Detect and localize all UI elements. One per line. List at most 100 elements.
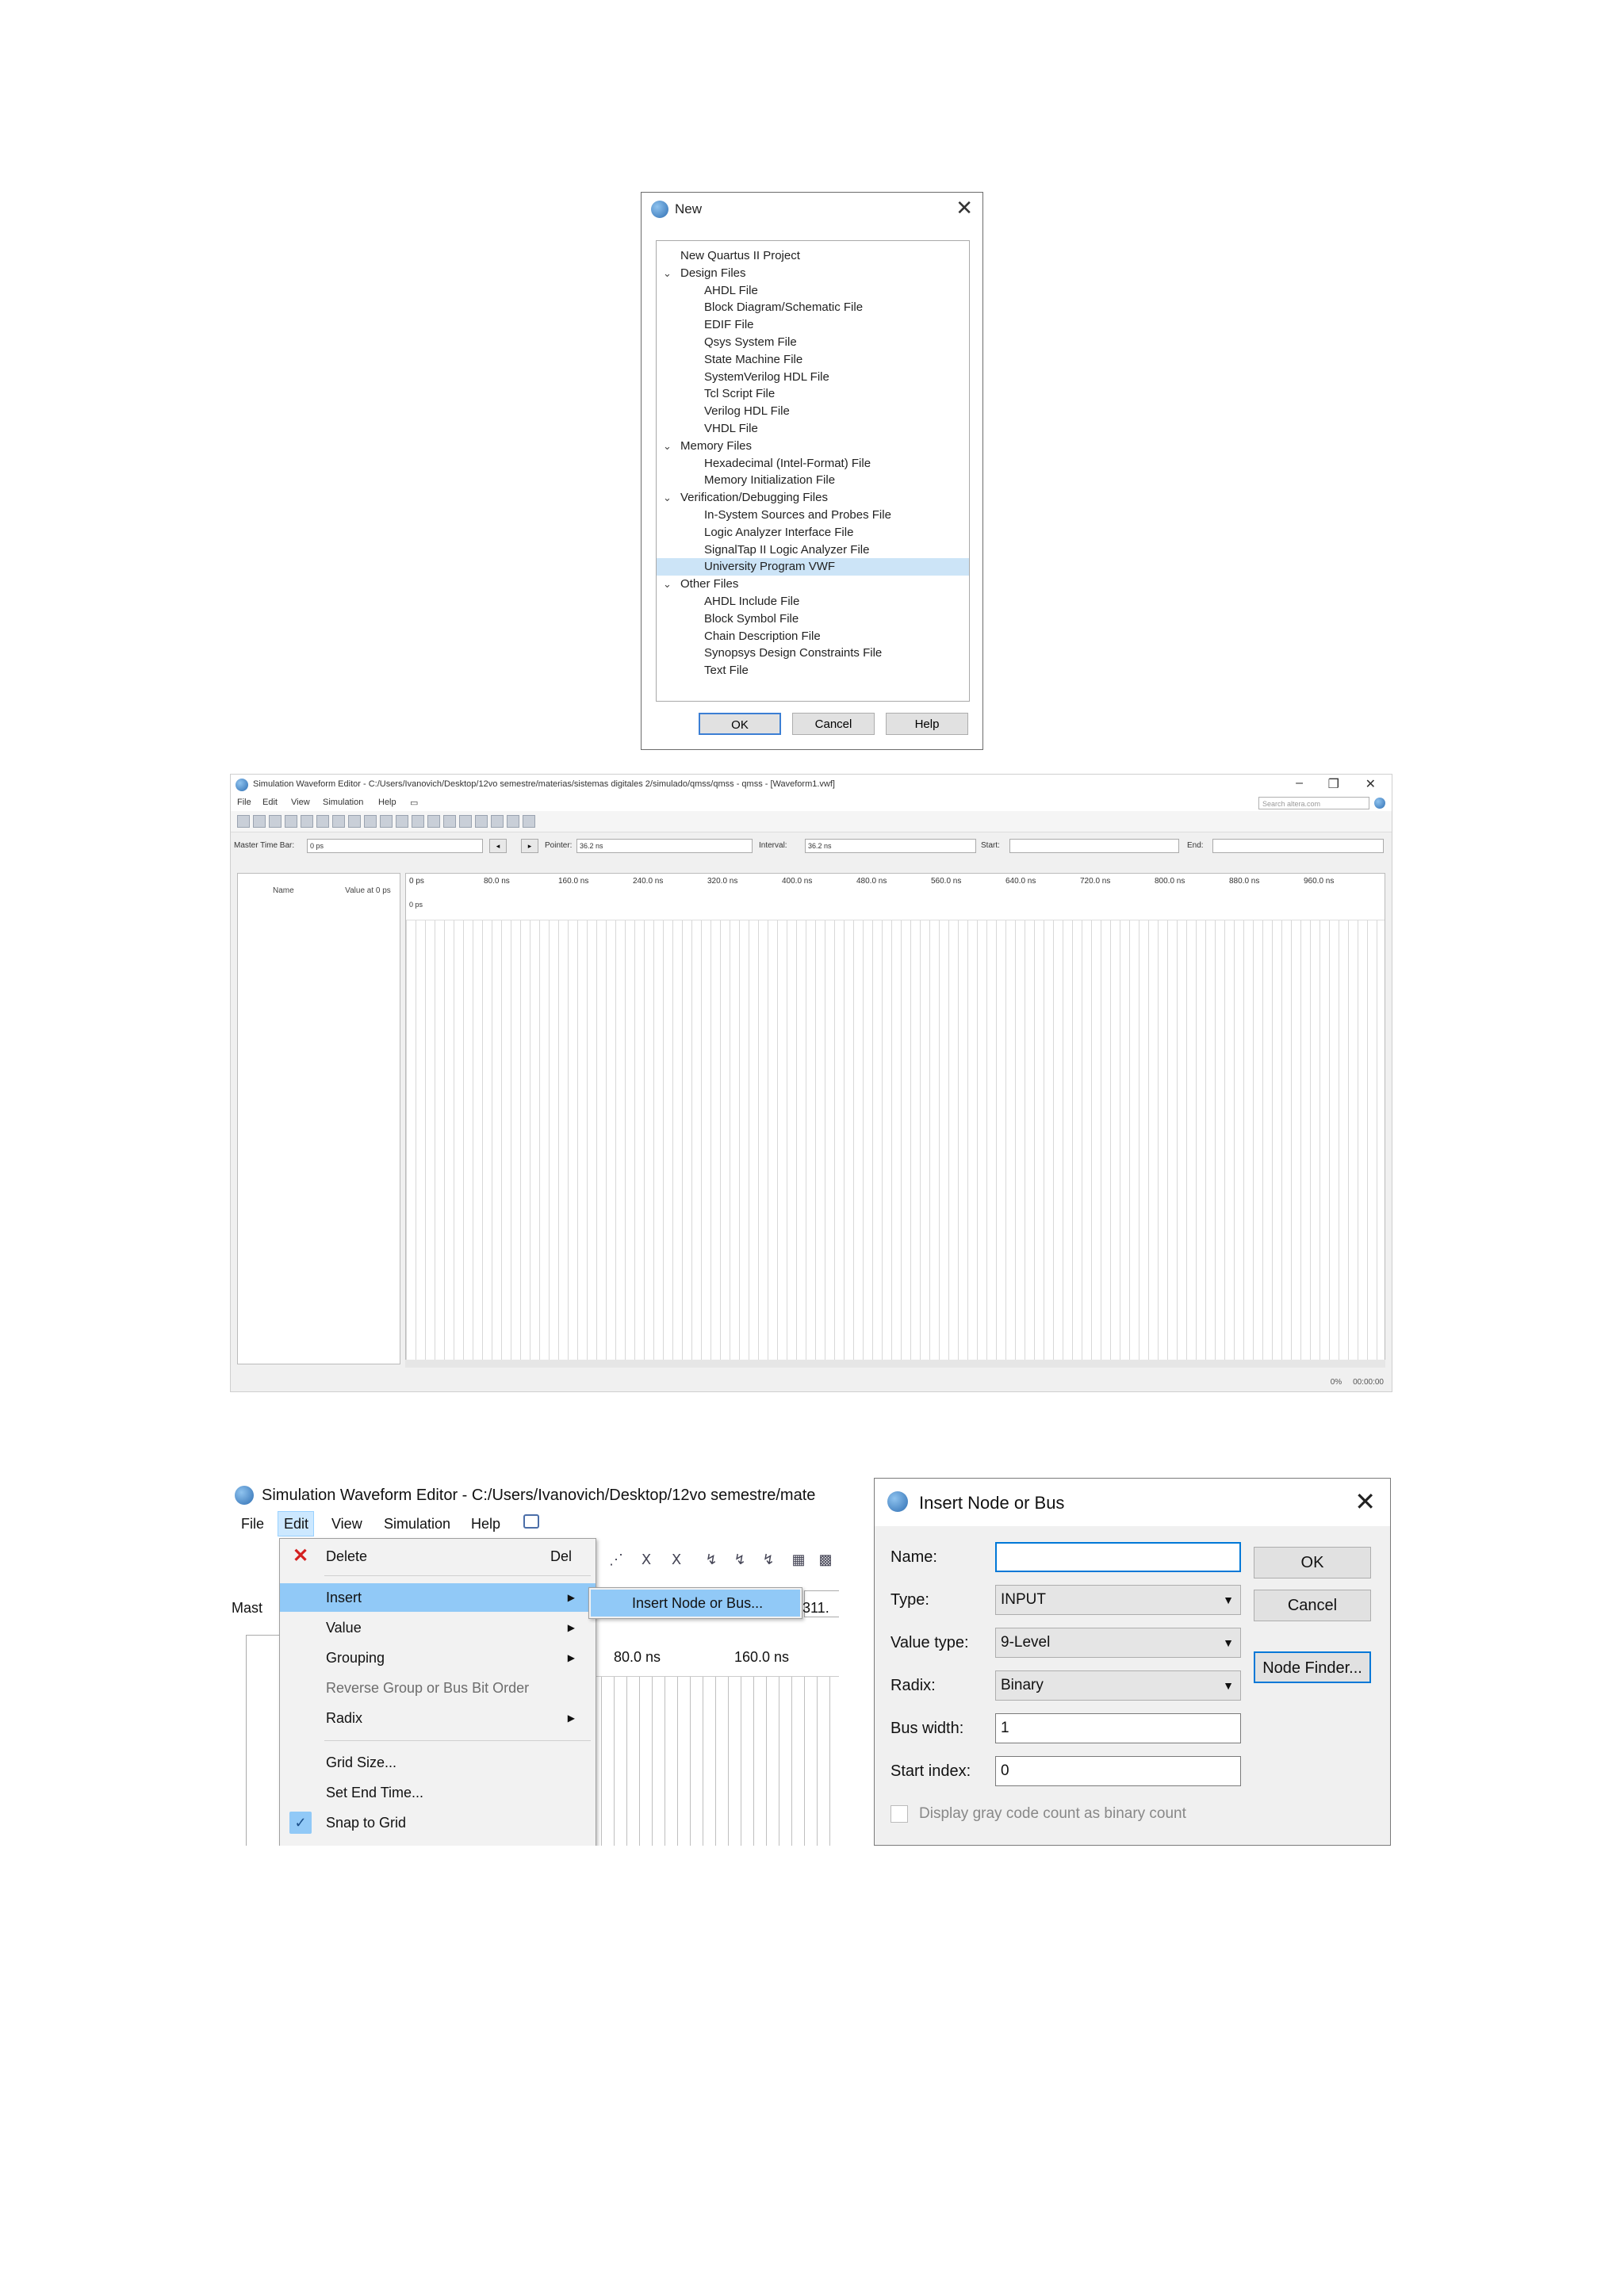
tree-item[interactable]: Memory Initialization File	[657, 472, 969, 489]
invert-icon[interactable]: Ⅹ	[636, 1549, 657, 1570]
tree-item[interactable]: Synopsys Design Constraints File	[657, 645, 969, 662]
search-input[interactable]: Search altera.com	[1258, 797, 1369, 809]
arbitrary-value-icon[interactable]: Ⅹ	[666, 1549, 687, 1570]
previous-transition-button[interactable]: ◂	[489, 839, 507, 853]
tree-item[interactable]: Block Symbol File	[657, 610, 969, 628]
name-input[interactable]	[995, 1542, 1241, 1572]
chevron-down-icon[interactable]: ⌄	[663, 438, 672, 455]
waveform-grid[interactable]: 0 ps 80.0 ns 160.0 ns 240.0 ns 320.0 ns 400.0…	[405, 873, 1385, 1364]
tree-item[interactable]: Tcl Script File	[657, 385, 969, 403]
tree-category[interactable]: ⌄ Verification/Debugging Files	[657, 489, 969, 507]
forcing-high-icon[interactable]	[301, 815, 313, 828]
chevron-down-icon[interactable]: ⌄	[663, 576, 672, 593]
tree-item[interactable]: VHDL File	[657, 420, 969, 438]
node-finder-button[interactable]: Node Finder...	[1254, 1651, 1371, 1683]
chevron-down-icon[interactable]: ⌄	[663, 489, 672, 507]
weak-high-icon[interactable]	[348, 815, 361, 828]
horizontal-scrollbar[interactable]	[405, 1360, 1385, 1368]
type-select[interactable]: INPUT ▼	[995, 1585, 1241, 1615]
gray-code-checkbox[interactable]	[891, 1805, 908, 1823]
end-field[interactable]	[1212, 839, 1384, 853]
menu-item-set-end-time[interactable]: Set End Time...	[280, 1778, 596, 1807]
menu-item-insert[interactable]: Insert ▶	[280, 1583, 596, 1612]
waveform-grid[interactable]	[588, 1676, 839, 1846]
tree-item[interactable]: EDIF File	[657, 316, 969, 334]
arbitrary-value-icon[interactable]	[427, 815, 440, 828]
help-button[interactable]: Help	[886, 713, 968, 735]
high-impedance-icon[interactable]	[316, 815, 329, 828]
tree-item[interactable]: SignalTap II Logic Analyzer File	[657, 541, 969, 559]
menu-simulation[interactable]: Simulation	[323, 798, 363, 807]
tree-item[interactable]: University Program VWF	[657, 558, 969, 576]
tree-item[interactable]: Logic Analyzer Interface File	[657, 524, 969, 541]
tree-item[interactable]: Chain Description File	[657, 628, 969, 645]
ok-button[interactable]: OK	[699, 713, 781, 735]
timing-sim-icon[interactable]	[475, 815, 488, 828]
menu-simulation[interactable]: Simulation	[384, 1516, 450, 1533]
node-name-panel[interactable]: Name Value at 0 ps	[237, 873, 400, 1364]
menu-item-value[interactable]: Value ▶	[280, 1613, 596, 1642]
file-type-tree[interactable]: New Quartus II Project ⌄ Design Files AHDL …	[656, 240, 970, 702]
menu-view[interactable]: View	[291, 798, 310, 807]
tree-category[interactable]: ⌄ Memory Files	[657, 438, 969, 455]
selection-tool-icon[interactable]	[237, 815, 250, 828]
tree-item[interactable]: AHDL Include File	[657, 593, 969, 610]
tree-item[interactable]: State Machine File	[657, 351, 969, 369]
dont-care-icon[interactable]	[364, 815, 377, 828]
menu-item-grouping[interactable]: Grouping ▶	[280, 1644, 596, 1672]
menu-item-radix[interactable]: Radix ▶	[280, 1704, 596, 1732]
clock-icon[interactable]	[412, 815, 424, 828]
restore-icon[interactable]: ❐	[1328, 776, 1339, 792]
pointer-field[interactable]: 36.2 ns	[576, 839, 753, 853]
tree-item[interactable]: Verilog HDL File	[657, 403, 969, 420]
next-transition-button[interactable]: ▸	[521, 839, 538, 853]
timing-sim-icon[interactable]: ↯	[730, 1549, 750, 1570]
ok-button[interactable]: OK	[1254, 1547, 1371, 1578]
close-icon[interactable]: ✕	[956, 197, 973, 218]
time-ruler[interactable]: 0 ps 80.0 ns 160.0 ns 240.0 ns 320.0 ns 400.0…	[406, 874, 1385, 898]
zoom-tool-icon[interactable]	[253, 815, 266, 828]
close-icon[interactable]: ✕	[1365, 776, 1376, 792]
tree-category[interactable]: New Quartus II Project	[657, 247, 969, 265]
tree-item[interactable]: Hexadecimal (Intel-Format) File	[657, 455, 969, 473]
minimize-icon[interactable]: –	[1296, 776, 1303, 790]
close-icon[interactable]: ✕	[1354, 1487, 1376, 1517]
snap-grid-icon[interactable]: ▦	[788, 1549, 809, 1570]
menu-edit[interactable]: Edit	[284, 1516, 308, 1533]
globe-icon[interactable]	[1374, 798, 1385, 809]
grid-icon[interactable]: ▩	[815, 1549, 836, 1570]
interval-field[interactable]: 36.2 ns	[805, 839, 976, 853]
tree-item[interactable]: Qsys System File	[657, 334, 969, 351]
value-type-select[interactable]: 9-Level ▼	[995, 1628, 1241, 1658]
menu-edit[interactable]: Edit	[262, 798, 278, 807]
chevron-down-icon[interactable]: ⌄	[663, 265, 672, 282]
menu-item-grid-size[interactable]: Grid Size...	[280, 1748, 596, 1777]
tree-category[interactable]: ⌄ Design Files	[657, 265, 969, 282]
master-time-bar-field[interactable]: 0 ps	[307, 839, 483, 853]
tree-item[interactable]: Block Diagram/Schematic File	[657, 299, 969, 316]
menu-item-insert-node-or-bus[interactable]: Insert Node or Bus...	[591, 1590, 800, 1617]
start-index-input[interactable]: 0	[995, 1756, 1241, 1786]
bus-width-input[interactable]: 1	[995, 1713, 1241, 1743]
menu-item-snap-to-grid[interactable]: ✓ Snap to Grid	[280, 1808, 596, 1837]
tree-item[interactable]: Text File	[657, 662, 969, 679]
functional-sim-icon[interactable]	[459, 815, 472, 828]
menu-help[interactable]: Help	[378, 798, 396, 807]
invert-icon[interactable]	[380, 815, 393, 828]
netlist-icon[interactable]: ↯	[758, 1549, 779, 1570]
menu-file[interactable]: File	[241, 1516, 264, 1533]
forcing-low-icon[interactable]	[285, 815, 297, 828]
menu-file[interactable]: File	[237, 798, 251, 807]
functional-sim-icon[interactable]: ↯	[701, 1549, 722, 1570]
count-value-icon[interactable]: ⋰	[606, 1549, 626, 1570]
chat-icon[interactable]: ▭	[410, 798, 418, 808]
tree-item[interactable]: SystemVerilog HDL File	[657, 369, 969, 386]
cancel-button[interactable]: Cancel	[792, 713, 875, 735]
cancel-button[interactable]: Cancel	[1254, 1590, 1371, 1621]
weak-low-icon[interactable]	[332, 815, 345, 828]
random-value-icon[interactable]	[443, 815, 456, 828]
grid-icon[interactable]	[523, 815, 535, 828]
tree-category[interactable]: ⌄ Other Files	[657, 576, 969, 593]
radix-select[interactable]: Binary ▼	[995, 1670, 1241, 1701]
menu-help[interactable]: Help	[471, 1516, 500, 1533]
